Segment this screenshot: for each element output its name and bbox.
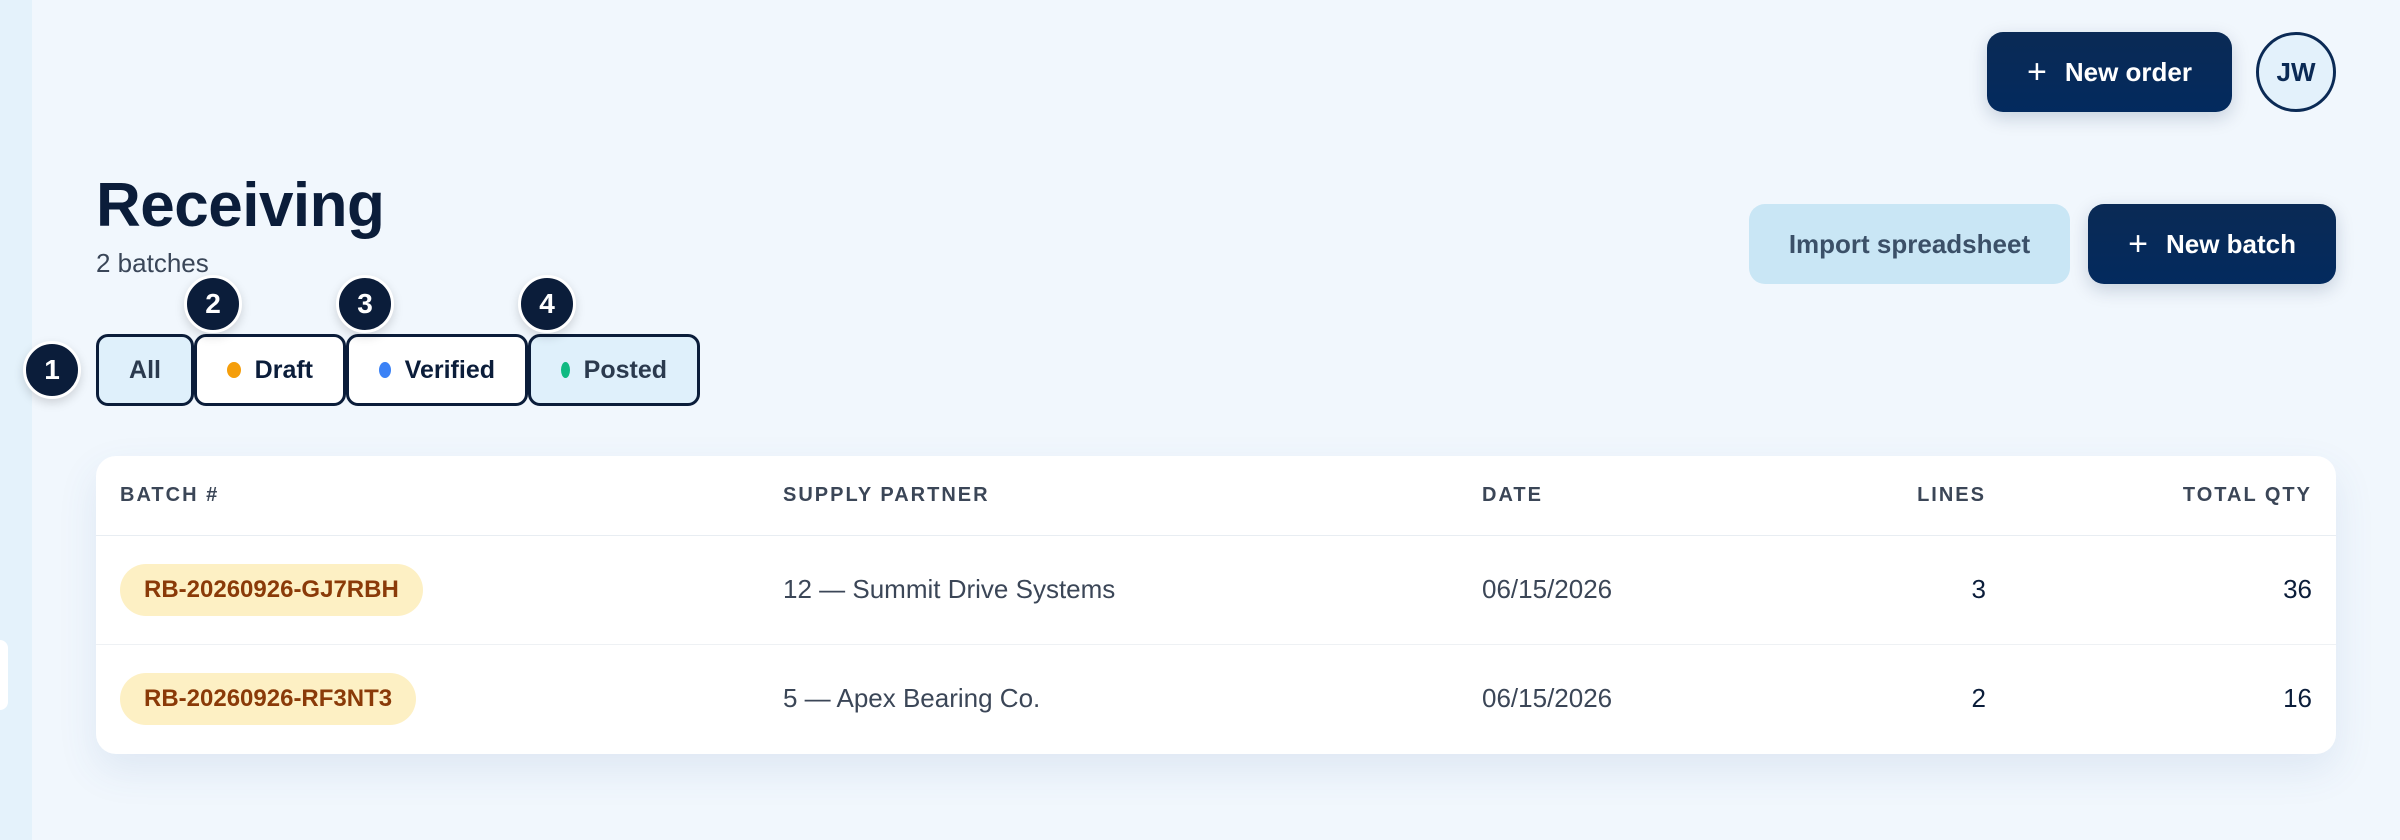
page-subtitle: 2 batches: [96, 248, 209, 278]
supply-partner-cell: 12 — Summit Drive Systems: [783, 574, 1116, 604]
hint-badge-3: 3: [336, 275, 394, 333]
filter-label: Draft: [254, 355, 313, 384]
column-header-lines[interactable]: LINES: [1917, 484, 1986, 507]
avatar[interactable]: JW: [2256, 32, 2336, 112]
column-header-batch[interactable]: BATCH #: [120, 484, 219, 507]
column-header-total-qty[interactable]: TOTAL QTY: [2183, 484, 2312, 507]
plus-icon: +: [2026, 53, 2047, 91]
supply-partner-cell: 5 — Apex Bearing Co.: [783, 683, 1041, 713]
left-rail: [0, 0, 32, 840]
table-row[interactable]: RB-20260926-RF3NT3 5 — Apex Bearing Co. …: [96, 645, 2336, 754]
date-cell: 06/15/2026: [1482, 574, 1613, 604]
page-title: Receiving: [96, 171, 385, 240]
posted-status-dot: [561, 362, 570, 378]
table-header: BATCH # SUPPLY PARTNER DATE LINES TOTAL …: [96, 456, 2336, 536]
batch-number-pill[interactable]: RB-20260926-GJ7RBH: [120, 564, 423, 616]
import-spreadsheet-button[interactable]: Import spreadsheet: [1748, 204, 2071, 284]
total-qty-cell: 36: [2283, 574, 2312, 604]
column-header-supply-partner[interactable]: SUPPLY PARTNER: [783, 484, 990, 507]
hint-badge-1: 1: [23, 341, 81, 399]
filter-chip-draft[interactable]: Draft: [194, 334, 346, 406]
rail-handle[interactable]: [0, 640, 8, 710]
column-header-date[interactable]: DATE: [1482, 484, 1543, 507]
lines-cell: 2: [1971, 683, 1986, 713]
filter-label: Verified: [404, 355, 495, 384]
draft-status-dot: [227, 362, 241, 378]
filter-chip-posted[interactable]: Posted: [528, 334, 700, 406]
new-batch-button[interactable]: + New batch: [2088, 204, 2336, 284]
hint-badge-2: 2: [184, 275, 242, 333]
verified-status-dot: [379, 362, 391, 378]
top-actions: + New order JW: [1986, 32, 2336, 112]
hint-badge-4: 4: [518, 275, 576, 333]
filter-label: All: [129, 355, 161, 384]
plus-icon: +: [2128, 225, 2148, 263]
batches-table: BATCH # SUPPLY PARTNER DATE LINES TOTAL …: [96, 456, 2336, 754]
filter-label: Posted: [583, 355, 667, 384]
new-batch-label: New batch: [2165, 228, 2296, 259]
date-cell: 06/15/2026: [1482, 683, 1613, 713]
header-actions: Import spreadsheet + New batch: [1748, 204, 2336, 284]
batch-number-pill[interactable]: RB-20260926-RF3NT3: [120, 673, 417, 725]
new-order-button[interactable]: + New order: [1986, 32, 2232, 112]
total-qty-cell: 16: [2283, 683, 2312, 713]
table-row[interactable]: RB-20260926-GJ7RBH 12 — Summit Drive Sys…: [96, 536, 2336, 645]
new-order-label: New order: [2064, 56, 2192, 87]
filter-chip-all[interactable]: All: [96, 334, 194, 406]
lines-cell: 3: [1971, 574, 1986, 604]
status-filters: All Draft Verified Posted: [96, 334, 700, 406]
filter-chip-verified[interactable]: Verified: [346, 334, 528, 406]
